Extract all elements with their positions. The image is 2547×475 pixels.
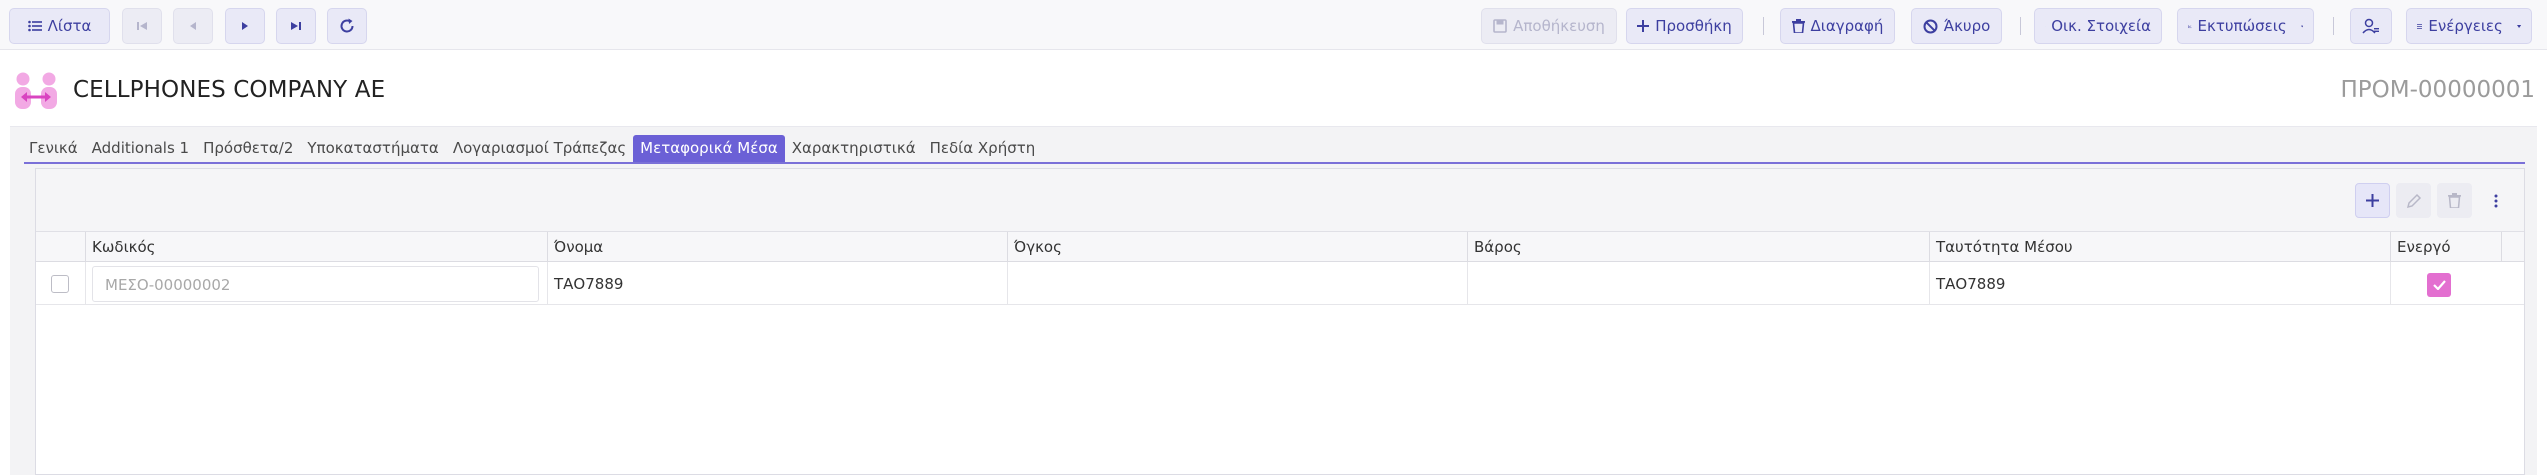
toolbar-divider (2020, 17, 2021, 35)
vehicle-id-cell[interactable]: ΤΑΟ7889 (1929, 262, 2390, 305)
active-cell (2390, 262, 2526, 305)
add-button[interactable]: Προσθήκη (1626, 8, 1743, 44)
financials-label: Οικ. Στοιχεία (2051, 17, 2151, 35)
document-number: ΠΡΟΜ-00000001 (2340, 77, 2535, 103)
caret-down-icon (2300, 25, 2303, 27)
grid-toolbar (36, 169, 2524, 232)
tab-additionals-2[interactable]: Πρόσθετα/2 (196, 135, 300, 162)
cancel-button[interactable]: Άκυρο (1911, 8, 2002, 44)
list-label: Λίστα (47, 17, 92, 35)
menu-icon (2417, 23, 2423, 29)
next-record-button[interactable] (225, 8, 265, 44)
more-options-button[interactable] (2478, 183, 2513, 218)
prints-label: Εκτυπώσεις (2197, 17, 2287, 35)
save-icon (1493, 19, 1507, 33)
company-logo-icon (15, 72, 57, 109)
row-select-cell (36, 262, 85, 305)
toolbar-divider (1763, 17, 1764, 35)
tab-vehicles[interactable]: Μεταφορικά Μέσα (633, 135, 785, 162)
prints-dropdown[interactable]: Εκτυπώσεις (2177, 8, 2314, 44)
tab-branches[interactable]: Υποκαταστήματα (300, 135, 445, 162)
tab-bank-accounts[interactable]: Λογαριασμοί Τράπεζας (446, 135, 633, 162)
tab-general[interactable]: Γενικά (22, 135, 85, 162)
last-icon (291, 22, 301, 30)
ban-icon (1923, 19, 1938, 33)
row-checkbox[interactable] (51, 275, 69, 293)
vehicles-grid: Κωδικός Όνομα Όγκος Βάρος Ταυτότητα Μέσο… (35, 168, 2525, 475)
actions-dropdown[interactable]: Ενέργειες (2406, 8, 2532, 44)
delete-label: Διαγραφή (1810, 17, 1884, 35)
check-icon (2432, 280, 2446, 290)
weight-cell[interactable] (1467, 262, 1929, 305)
actions-label: Ενέργειες (2428, 17, 2503, 35)
first-record-button[interactable] (122, 8, 162, 44)
code-cell: ΜΕΣΟ-00000002 (85, 262, 547, 305)
last-record-button[interactable] (276, 8, 316, 44)
save-label: Αποθήκευση (1513, 17, 1605, 35)
list-button[interactable]: Λίστα (9, 8, 110, 44)
plus-icon (1637, 20, 1650, 32)
volume-cell[interactable] (1007, 262, 1467, 305)
tab-characteristics[interactable]: Χαρακτηριστικά (785, 135, 923, 162)
select-column-header (36, 232, 85, 262)
edit-row-button[interactable] (2396, 183, 2431, 218)
user-button[interactable] (2350, 8, 2392, 44)
tab-additionals-1[interactable]: Additionals 1 (85, 135, 196, 162)
refresh-icon (340, 18, 354, 33)
delete-row-button[interactable] (2437, 183, 2472, 218)
column-header-vehicle-id[interactable]: Ταυτότητα Μέσου (1929, 232, 2390, 262)
grid-header: Κωδικός Όνομα Όγκος Βάρος Ταυτότητα Μέσο… (36, 232, 2524, 262)
chart-line-icon (2188, 24, 2192, 28)
add-label: Προσθήκη (1655, 17, 1732, 35)
code-field[interactable]: ΜΕΣΟ-00000002 (92, 266, 539, 302)
column-header-name[interactable]: Όνομα (547, 232, 1007, 262)
plus-icon (2366, 194, 2379, 207)
refresh-button[interactable] (327, 8, 367, 44)
vertical-dots-icon (2494, 194, 2497, 207)
main-toolbar: Λίστα Αποθήκευση Προσθήκη Διαγραφή Άκυρο… (0, 0, 2547, 50)
first-icon (137, 22, 147, 30)
company-name: CELLPHONES COMPANY AE (73, 77, 386, 103)
user-icon (2362, 18, 2379, 34)
pencil-icon (2406, 193, 2421, 208)
column-header-active[interactable]: Ενεργό (2390, 232, 2501, 262)
trash-icon (2448, 193, 2461, 208)
list-icon (27, 20, 42, 32)
next-icon (242, 22, 248, 30)
tab-user-fields[interactable]: Πεδία Χρήστη (923, 135, 1043, 162)
cancel-label: Άκυρο (1943, 17, 1991, 35)
delete-button[interactable]: Διαγραφή (1780, 8, 1895, 44)
column-header-weight[interactable]: Βάρος (1467, 232, 1929, 262)
previous-icon (190, 22, 196, 30)
financials-button[interactable]: Οικ. Στοιχεία (2034, 8, 2162, 44)
column-header-volume[interactable]: Όγκος (1007, 232, 1467, 262)
add-row-button[interactable] (2355, 183, 2390, 218)
active-checkbox[interactable] (2427, 273, 2451, 297)
column-header-code[interactable]: Κωδικός (85, 232, 597, 262)
table-row[interactable]: ΜΕΣΟ-00000002 ΤΑΟ7889 ΤΑΟ7889 (36, 262, 2524, 305)
name-cell[interactable]: ΤΑΟ7889 (547, 262, 1007, 305)
previous-record-button[interactable] (173, 8, 213, 44)
toolbar-divider (2333, 17, 2334, 35)
column-header-filler (2501, 232, 2526, 262)
save-button[interactable]: Αποθήκευση (1481, 8, 1617, 44)
caret-down-icon (2516, 24, 2521, 28)
tab-bar: Γενικά Additionals 1 Πρόσθετα/2 Υποκατασ… (22, 135, 1042, 162)
tab-underline (24, 162, 2525, 164)
trash-icon (1791, 19, 1805, 33)
